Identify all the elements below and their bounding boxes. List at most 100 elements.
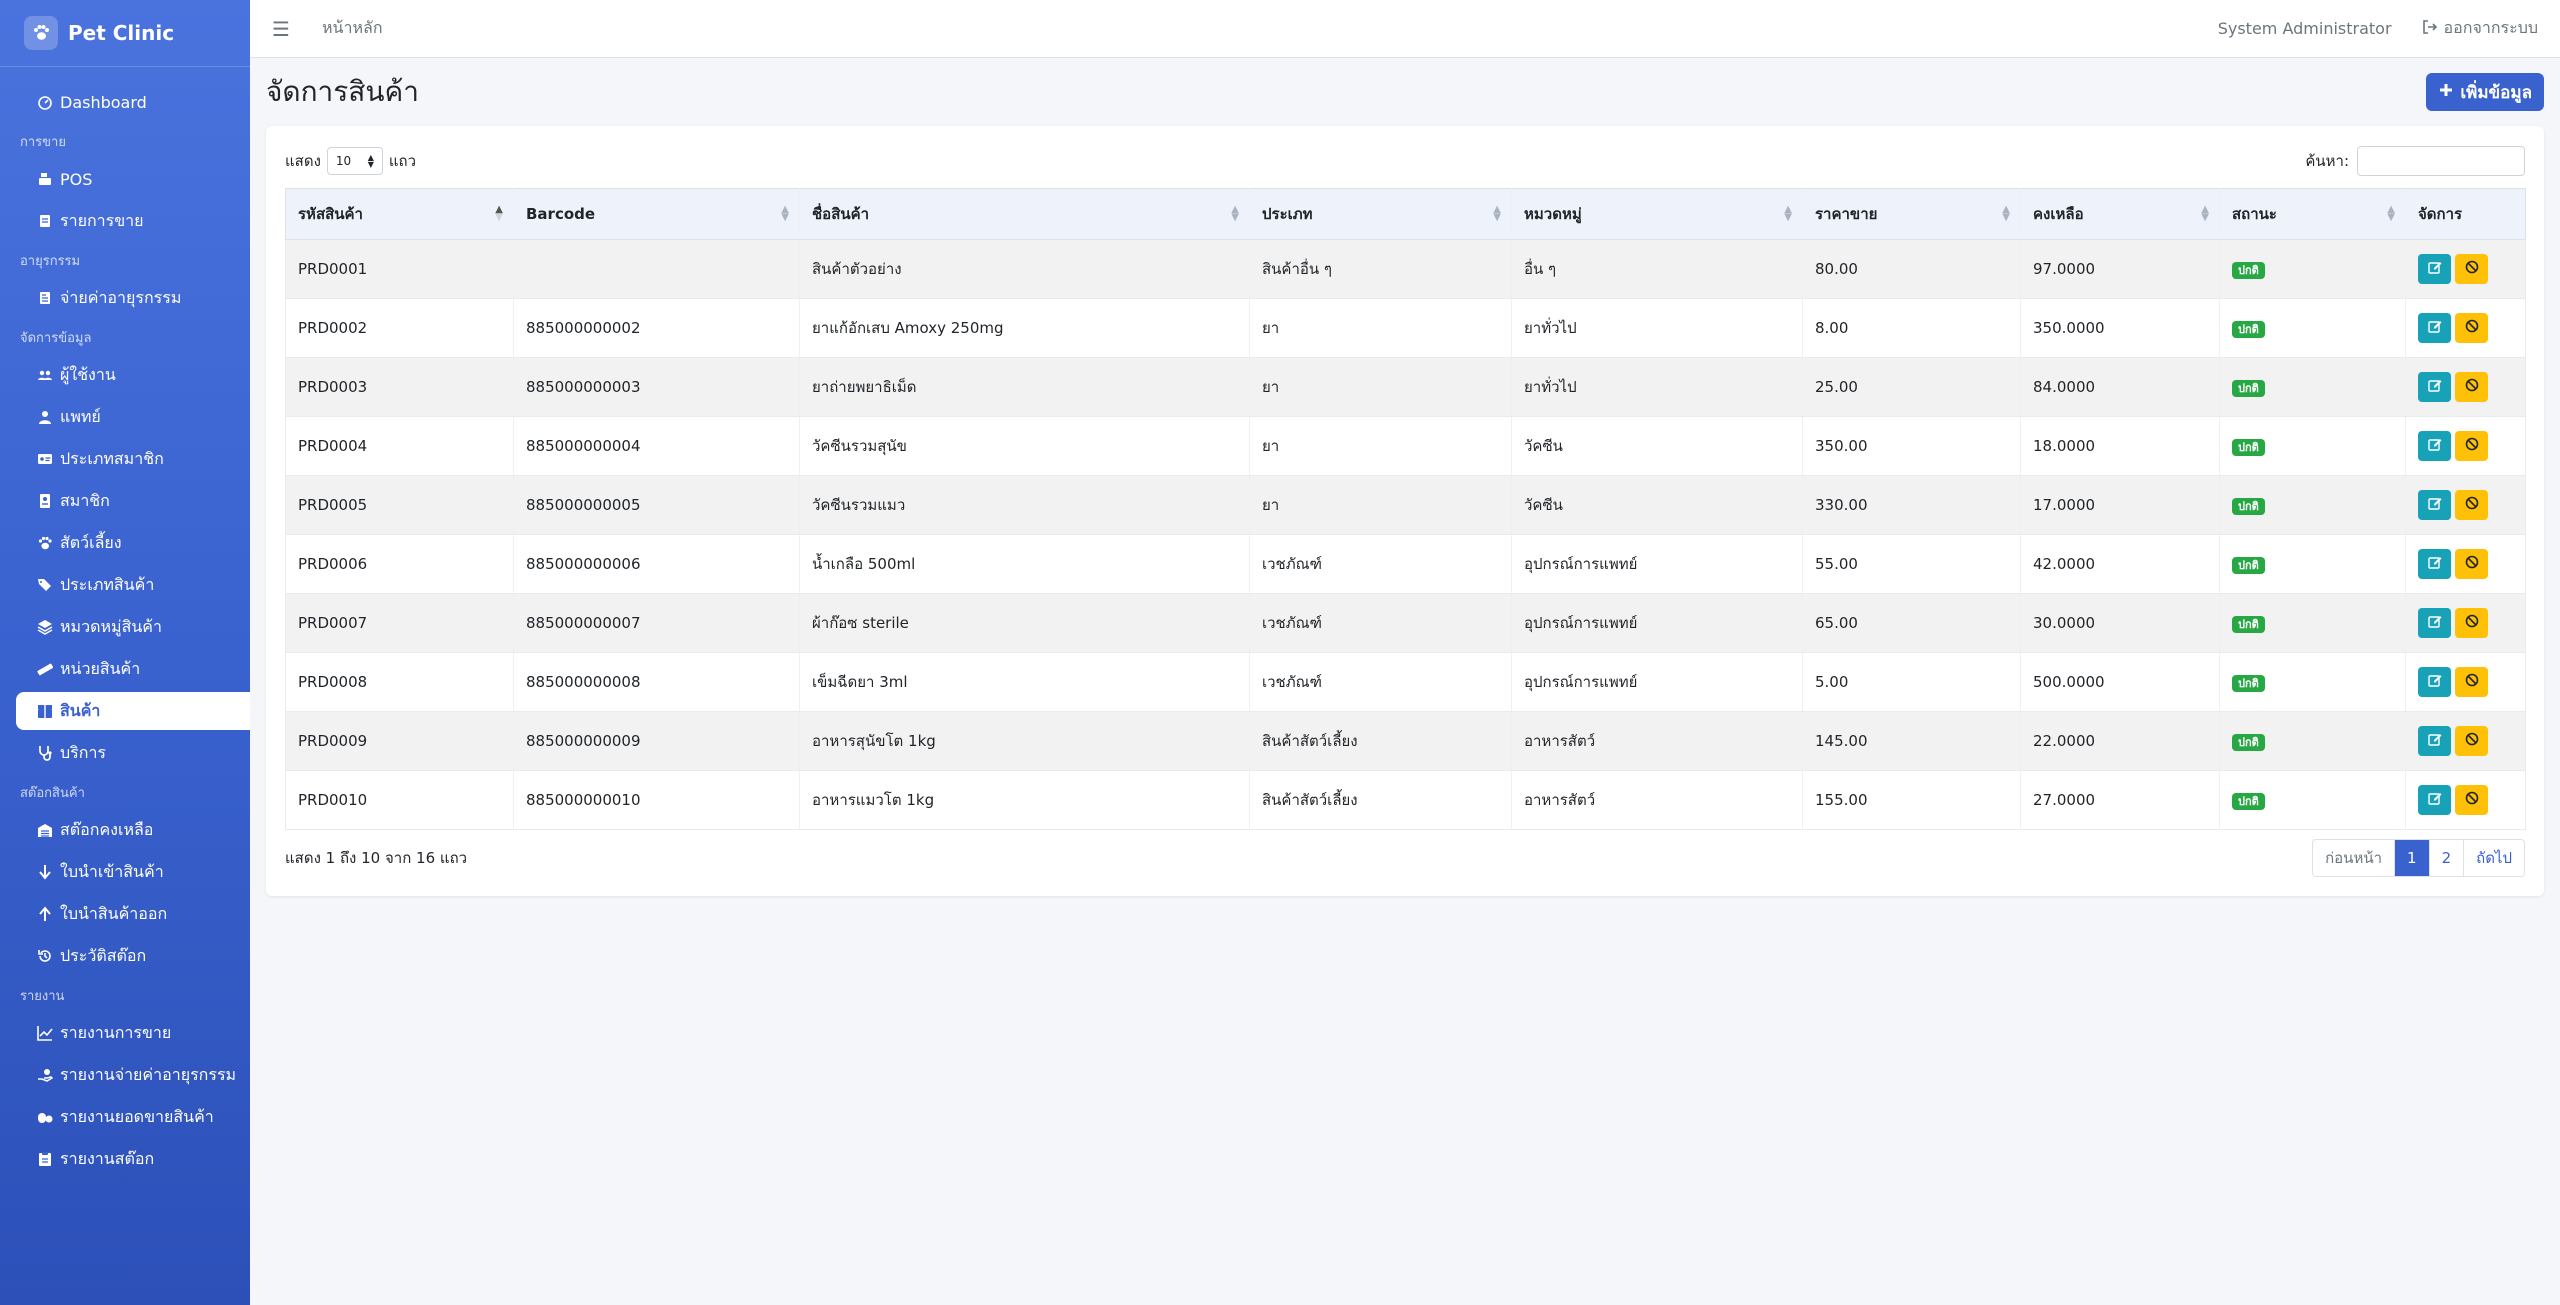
cell-status: ปกติ [2219, 416, 2406, 476]
sort-icon: ▲ ▼ [1784, 204, 1792, 223]
edit-button[interactable] [2418, 785, 2451, 815]
sidebar-item[interactable]: สต๊อกคงเหลือ [16, 811, 250, 849]
disable-button[interactable] [2455, 667, 2488, 697]
cell-category: วัคซีน [1511, 416, 1803, 476]
column-header[interactable]: ประเภท ▲ ▼ [1249, 188, 1512, 240]
disable-button[interactable] [2455, 608, 2488, 638]
edit-icon [2427, 319, 2442, 337]
sidebar-item[interactable]: สินค้า [16, 692, 250, 730]
pagination-page[interactable]: 1 [2394, 840, 2429, 876]
brand[interactable]: Pet Clinic [0, 0, 250, 67]
cell-type: ยา [1249, 416, 1512, 476]
sidebar-item[interactable]: รายงานสต๊อก [16, 1140, 250, 1178]
column-header[interactable]: หมวดหมู่ ▲ ▼ [1511, 188, 1803, 240]
logout-label: ออกจากระบบ [2443, 18, 2538, 37]
sidebar-item[interactable]: รายงานการขาย [16, 1014, 250, 1052]
sidebar-item[interactable]: รายการขาย [16, 202, 250, 240]
clipboard-icon [36, 1150, 54, 1168]
disable-button[interactable] [2455, 313, 2488, 343]
disable-button[interactable] [2455, 549, 2488, 579]
sidebar-item[interactable]: บริการ [16, 734, 250, 772]
sidebar-item[interactable]: ประวัติสต๊อก [16, 937, 250, 975]
sidebar-item[interactable]: POS [16, 160, 250, 198]
cell-barcode: 885000000010 [513, 770, 800, 830]
cell-status: ปกติ [2219, 652, 2406, 712]
disable-button[interactable] [2455, 490, 2488, 520]
edit-button[interactable] [2418, 254, 2451, 284]
cell-barcode: 885000000004 [513, 416, 800, 476]
box-icon [36, 702, 54, 720]
column-header[interactable]: ราคาขาย ▲ ▼ [1802, 188, 2021, 240]
sidebar-item[interactable]: รายงานจ่ายค่าอายุรกรรม [16, 1056, 250, 1094]
sidebar-item[interactable]: สัตว์เลี้ยง [16, 524, 250, 562]
search-input[interactable] [2357, 146, 2525, 176]
sidebar-item-label: สมาชิก [60, 490, 110, 510]
disable-button[interactable] [2455, 254, 2488, 284]
length-suffix: แถว [388, 152, 417, 170]
sidebar-item[interactable]: ใบนำเข้าสินค้า [16, 853, 250, 891]
cell-barcode [513, 239, 800, 299]
pagination: ก่อนหน้า 1 2 ถัดไป [2312, 839, 2525, 877]
disable-button[interactable] [2455, 726, 2488, 756]
column-header[interactable]: ชื่อสินค้า ▲ ▼ [799, 188, 1250, 240]
edit-button[interactable] [2418, 490, 2451, 520]
sidebar-item[interactable]: หน่วยสินค้า [16, 650, 250, 688]
history-icon [36, 947, 54, 965]
cell-stock: 27.0000 [2020, 770, 2220, 830]
breadcrumb-home[interactable]: หน้าหลัก [322, 16, 383, 41]
sidebar-item[interactable]: ประเภทสินค้า [16, 566, 250, 604]
table-row: PRD0008 885000000008 เข็มฉีดยา 3ml เวชภัณฑ์… [285, 652, 2526, 712]
edit-button[interactable] [2418, 372, 2451, 402]
search-label: ค้นหา: [2305, 152, 2349, 170]
sidebar-item[interactable]: แพทย์ [16, 398, 250, 436]
column-header: จัดการ [2405, 188, 2526, 240]
sidebar-item-label: แพทย์ [60, 406, 101, 426]
disable-button[interactable] [2455, 431, 2488, 461]
cell-code: PRD0004 [285, 416, 514, 476]
cell-actions [2405, 652, 2526, 712]
status-badge: ปกติ [2232, 792, 2265, 810]
sidebar-item[interactable]: สมาชิก [16, 482, 250, 520]
sidebar-item[interactable]: หมวดหมู่สินค้า [16, 608, 250, 646]
logout-link[interactable]: ออกจากระบบ [2422, 16, 2538, 41]
column-header[interactable]: คงเหลือ ▲ ▼ [2020, 188, 2220, 240]
column-header[interactable]: รหัสสินค้า ▲ ▼ [285, 188, 514, 240]
sort-icon: ▲ ▼ [2387, 204, 2395, 223]
menu-toggle-icon[interactable]: ☰ [272, 17, 296, 41]
cell-status: ปกติ [2219, 298, 2406, 358]
disable-button[interactable] [2455, 785, 2488, 815]
edit-button[interactable] [2418, 667, 2451, 697]
column-header[interactable]: สถานะ ▲ ▼ [2219, 188, 2406, 240]
sidebar-item-label: รายงานการขาย [60, 1022, 172, 1042]
sidebar-item[interactable]: รายงานยอดขายสินค้า [16, 1098, 250, 1136]
sidebar-section-header: อายุรกรรม [20, 254, 81, 269]
user-name[interactable]: System Administrator [2218, 19, 2392, 38]
sidebar-item-label: POS [60, 169, 93, 189]
sidebar-item[interactable]: ผู้ใช้งาน [16, 356, 250, 394]
column-header[interactable]: Barcode ▲ ▼ [513, 188, 800, 240]
edit-button[interactable] [2418, 608, 2451, 638]
pagination-page[interactable]: 2 [2428, 840, 2464, 876]
id-card-icon [36, 450, 54, 468]
disable-button[interactable] [2455, 372, 2488, 402]
sort-asc-icon: ▲ ▼ [495, 204, 503, 223]
page-length-select[interactable]: 10 ▲ ▼ [326, 147, 383, 175]
edit-button[interactable] [2418, 431, 2451, 461]
edit-button[interactable] [2418, 726, 2451, 756]
add-product-button[interactable]: เพิ่มข้อมูล [2426, 73, 2544, 111]
sidebar-item[interactable]: ประเภทสมาชิก [16, 440, 250, 478]
sidebar-item[interactable]: ใบนำสินค้าออก [16, 895, 250, 933]
receipt-icon [36, 212, 54, 230]
cell-status: ปกติ [2219, 711, 2406, 771]
cell-price: 155.00 [1802, 770, 2021, 830]
cell-category: อื่น ๆ [1511, 239, 1803, 299]
sidebar-item[interactable]: จ่ายค่าอายุรกรรม [16, 279, 250, 317]
pagination-next[interactable]: ถัดไป [2463, 840, 2524, 876]
ban-icon [2465, 614, 2479, 632]
edit-button[interactable] [2418, 313, 2451, 343]
sidebar-item-label: หน่วยสินค้า [60, 658, 141, 678]
doctor-icon [36, 408, 54, 426]
edit-button[interactable] [2418, 549, 2451, 579]
sidebar-item-dashboard[interactable]: Dashboard [16, 83, 250, 121]
pagination-prev[interactable]: ก่อนหน้า [2313, 840, 2394, 876]
